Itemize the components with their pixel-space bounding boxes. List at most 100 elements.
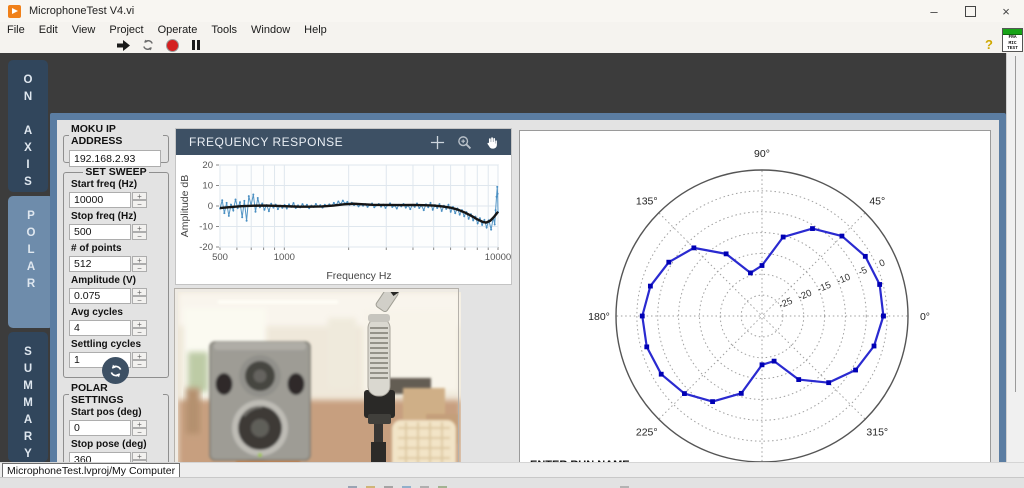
labview-window: MicrophoneTest V4.vi – × FileEditViewPro… — [0, 0, 1024, 488]
zoom-icon[interactable] — [457, 135, 472, 150]
svg-text:0°: 0° — [920, 311, 930, 323]
svg-text:0: 0 — [208, 201, 213, 212]
tab-polar[interactable]: P O L A R — [8, 196, 54, 328]
sweep-spinner: +− — [132, 224, 147, 240]
menu-window[interactable]: Window — [244, 24, 297, 36]
svg-text:-25: -25 — [777, 296, 794, 311]
sweep-value-input[interactable]: 10000 — [69, 192, 131, 208]
menu-bar: FileEditViewProjectOperateToolsWindowHel… — [0, 22, 1024, 37]
title-bar: MicrophoneTest V4.vi – × — [0, 0, 1024, 23]
pause-button[interactable] — [188, 38, 204, 52]
sweep-decrement-button[interactable]: − — [132, 296, 147, 304]
context-help-icon[interactable]: ? — [985, 37, 993, 52]
sweep-increment-button[interactable]: + — [132, 320, 147, 328]
scrollbar-groove — [1015, 56, 1016, 392]
pan-hand-icon[interactable] — [484, 135, 499, 150]
polar-setting-field: Start pos (deg)0+− — [69, 407, 163, 436]
frequency-response-panel: FREQUENCY RESPONSE 20100-10-205001000100… — [175, 128, 512, 285]
svg-text:45°: 45° — [869, 196, 885, 208]
run-button[interactable] — [115, 38, 131, 52]
frequency-response-title: FREQUENCY RESPONSE — [189, 135, 343, 149]
svg-text:-15: -15 — [816, 280, 833, 295]
labview-app-icon — [8, 5, 21, 18]
polar-setting-decrement-button[interactable]: − — [132, 428, 147, 436]
tab-summary[interactable]: S U M M A R Y — [8, 332, 48, 462]
menu-view[interactable]: View — [65, 24, 103, 36]
sweep-decrement-button[interactable]: − — [132, 264, 147, 272]
svg-text:-5: -5 — [857, 265, 869, 278]
frequency-response-chart[interactable]: 20100-10-20500100010000Frequency HzAmpli… — [176, 155, 511, 284]
window-controls: – × — [916, 0, 1024, 22]
refresh-button[interactable] — [102, 357, 129, 384]
moku-ip-legend: MOKU IP ADDRESS — [69, 123, 163, 147]
sweep-value-input[interactable]: 512 — [69, 256, 131, 272]
svg-text:-20: -20 — [797, 288, 814, 303]
maximize-button[interactable] — [952, 0, 988, 22]
run-arrow-icon — [116, 39, 131, 52]
sweep-decrement-button[interactable]: − — [132, 232, 147, 240]
sweep-spinner: +− — [132, 256, 147, 272]
sweep-fields: Start freq (Hz)10000+−Stop freq (Hz)500+… — [69, 179, 163, 368]
polar-setting-spinner: +− — [132, 420, 147, 436]
sweep-spinner: +− — [132, 352, 147, 368]
menu-help[interactable]: Help — [297, 24, 334, 36]
minimize-button[interactable]: – — [916, 0, 952, 22]
os-taskbar-sliver — [0, 477, 1024, 488]
sweep-value-input[interactable]: 500 — [69, 224, 131, 240]
tab-on-axis[interactable]: O N A X I S — [8, 60, 48, 192]
sweep-spinner: +− — [132, 288, 147, 304]
polar-settings-legend: POLAR SETTINGS — [69, 382, 163, 406]
menu-project[interactable]: Project — [102, 24, 150, 36]
abort-icon — [166, 39, 179, 52]
svg-text:Amplitude dB: Amplitude dB — [179, 175, 191, 237]
vi-icon[interactable]: FRA MIC TEST — [1002, 28, 1023, 52]
sweep-value-input[interactable]: 4 — [69, 320, 131, 336]
menu-edit[interactable]: Edit — [32, 24, 65, 36]
polar-setting-increment-button[interactable]: + — [132, 452, 147, 460]
vi-icon-text: FRA MIC TEST — [1003, 35, 1022, 52]
sweep-label: Stop freq (Hz) — [71, 211, 163, 223]
moku-ip-input[interactable] — [69, 150, 161, 167]
sweep-decrement-button[interactable]: − — [132, 360, 147, 368]
svg-text:-10: -10 — [835, 272, 852, 287]
sweep-decrement-button[interactable]: − — [132, 328, 147, 336]
abort-button[interactable] — [164, 38, 180, 52]
sweep-field: # of points512+− — [69, 243, 163, 272]
menu-file[interactable]: File — [0, 24, 32, 36]
close-button[interactable]: × — [988, 0, 1024, 22]
svg-text:1000: 1000 — [274, 252, 295, 263]
polar-setting-increment-button[interactable]: + — [132, 420, 147, 428]
polar-setting-label: Stop pose (deg) — [71, 439, 163, 451]
sweep-label: Avg cycles — [71, 307, 163, 319]
set-sweep-legend: SET SWEEP — [83, 166, 148, 178]
svg-text:-10: -10 — [199, 222, 213, 233]
sweep-increment-button[interactable]: + — [132, 256, 147, 264]
cursor-crosshair-icon[interactable] — [430, 135, 445, 150]
sweep-label: Settling cycles — [71, 339, 163, 351]
sweep-field: Amplitude (V)0.075+− — [69, 275, 163, 304]
svg-text:10000: 10000 — [485, 252, 511, 263]
vertical-scrollbar[interactable] — [1006, 53, 1024, 462]
sweep-value-input[interactable]: 0.075 — [69, 288, 131, 304]
svg-text:Frequency Hz: Frequency Hz — [326, 270, 391, 282]
sweep-increment-button[interactable]: + — [132, 352, 147, 360]
svg-text:135°: 135° — [636, 196, 658, 208]
sweep-label: Amplitude (V) — [71, 275, 163, 287]
sweep-increment-button[interactable]: + — [132, 192, 147, 200]
sweep-field: Start freq (Hz)10000+− — [69, 179, 163, 208]
svg-text:0: 0 — [878, 257, 887, 269]
sweep-field: Avg cycles4+− — [69, 307, 163, 336]
svg-text:90°: 90° — [754, 148, 770, 160]
polar-setting-value-input[interactable]: 0 — [69, 420, 131, 436]
svg-text:10: 10 — [202, 181, 213, 192]
pause-icon — [192, 40, 200, 50]
run-continuous-button[interactable] — [140, 38, 156, 52]
sweep-decrement-button[interactable]: − — [132, 200, 147, 208]
set-sweep-group: SET SWEEP Start freq (Hz)10000+− Stop fre… — [63, 166, 169, 378]
sweep-increment-button[interactable]: + — [132, 224, 147, 232]
menu-operate[interactable]: Operate — [151, 24, 205, 36]
menu-tools[interactable]: Tools — [204, 24, 244, 36]
svg-text:315°: 315° — [866, 426, 888, 438]
polar-pattern-chart[interactable]: 0°45°90°135°180°225°270°315°-25-20-15-10… — [520, 131, 990, 488]
sweep-increment-button[interactable]: + — [132, 288, 147, 296]
